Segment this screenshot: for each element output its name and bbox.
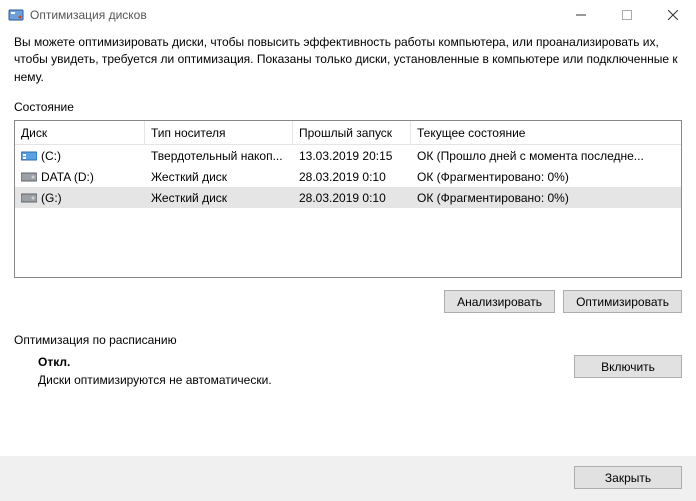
table-row[interactable]: DATA (D:) Жесткий диск 28.03.2019 0:10 О…	[15, 166, 681, 187]
ssd-icon	[21, 150, 37, 162]
close-dialog-button[interactable]: Закрыть	[574, 466, 682, 489]
drive-list: Диск Тип носителя Прошлый запуск Текущее…	[14, 120, 682, 278]
maximize-button[interactable]	[604, 0, 650, 30]
status-section-label: Состояние	[14, 100, 682, 114]
column-headers[interactable]: Диск Тип носителя Прошлый запуск Текущее…	[15, 121, 681, 145]
analyze-button[interactable]: Анализировать	[444, 290, 555, 313]
drive-media: Твердотельный накоп...	[145, 149, 293, 163]
drive-lastrun: 28.03.2019 0:10	[293, 170, 411, 184]
optimize-button[interactable]: Оптимизировать	[563, 290, 682, 313]
drive-name: (C:)	[41, 149, 61, 163]
app-icon	[8, 7, 24, 23]
close-button[interactable]	[650, 0, 696, 30]
hdd-icon	[21, 171, 37, 183]
drive-name: DATA (D:)	[41, 170, 94, 184]
drive-status: ОК (Фрагментировано: 0%)	[411, 170, 681, 184]
hdd-icon	[21, 192, 37, 204]
drive-status: ОК (Прошло дней с момента последне...	[411, 149, 681, 163]
minimize-button[interactable]	[558, 0, 604, 30]
col-header-media[interactable]: Тип носителя	[145, 121, 293, 144]
description-text: Вы можете оптимизировать диски, чтобы по…	[14, 34, 682, 86]
col-header-drive[interactable]: Диск	[15, 121, 145, 144]
titlebar: Оптимизация дисков	[0, 0, 696, 30]
schedule-subtext: Диски оптимизируются не автоматически.	[38, 373, 574, 387]
table-row[interactable]: (G:) Жесткий диск 28.03.2019 0:10 ОК (Фр…	[15, 187, 681, 208]
schedule-section-label: Оптимизация по расписанию	[14, 333, 682, 347]
window-title: Оптимизация дисков	[30, 8, 147, 22]
drive-status: ОК (Фрагментировано: 0%)	[411, 191, 681, 205]
drive-lastrun: 28.03.2019 0:10	[293, 191, 411, 205]
footer: Закрыть	[0, 456, 696, 501]
drive-name: (G:)	[41, 191, 62, 205]
col-header-lastrun[interactable]: Прошлый запуск	[293, 121, 411, 144]
schedule-status: Откл.	[38, 355, 574, 369]
drive-lastrun: 13.03.2019 20:15	[293, 149, 411, 163]
enable-schedule-button[interactable]: Включить	[574, 355, 682, 378]
col-header-status[interactable]: Текущее состояние	[411, 121, 681, 144]
drive-media: Жесткий диск	[145, 170, 293, 184]
table-row[interactable]: (C:) Твердотельный накоп... 13.03.2019 2…	[15, 145, 681, 166]
drive-media: Жесткий диск	[145, 191, 293, 205]
